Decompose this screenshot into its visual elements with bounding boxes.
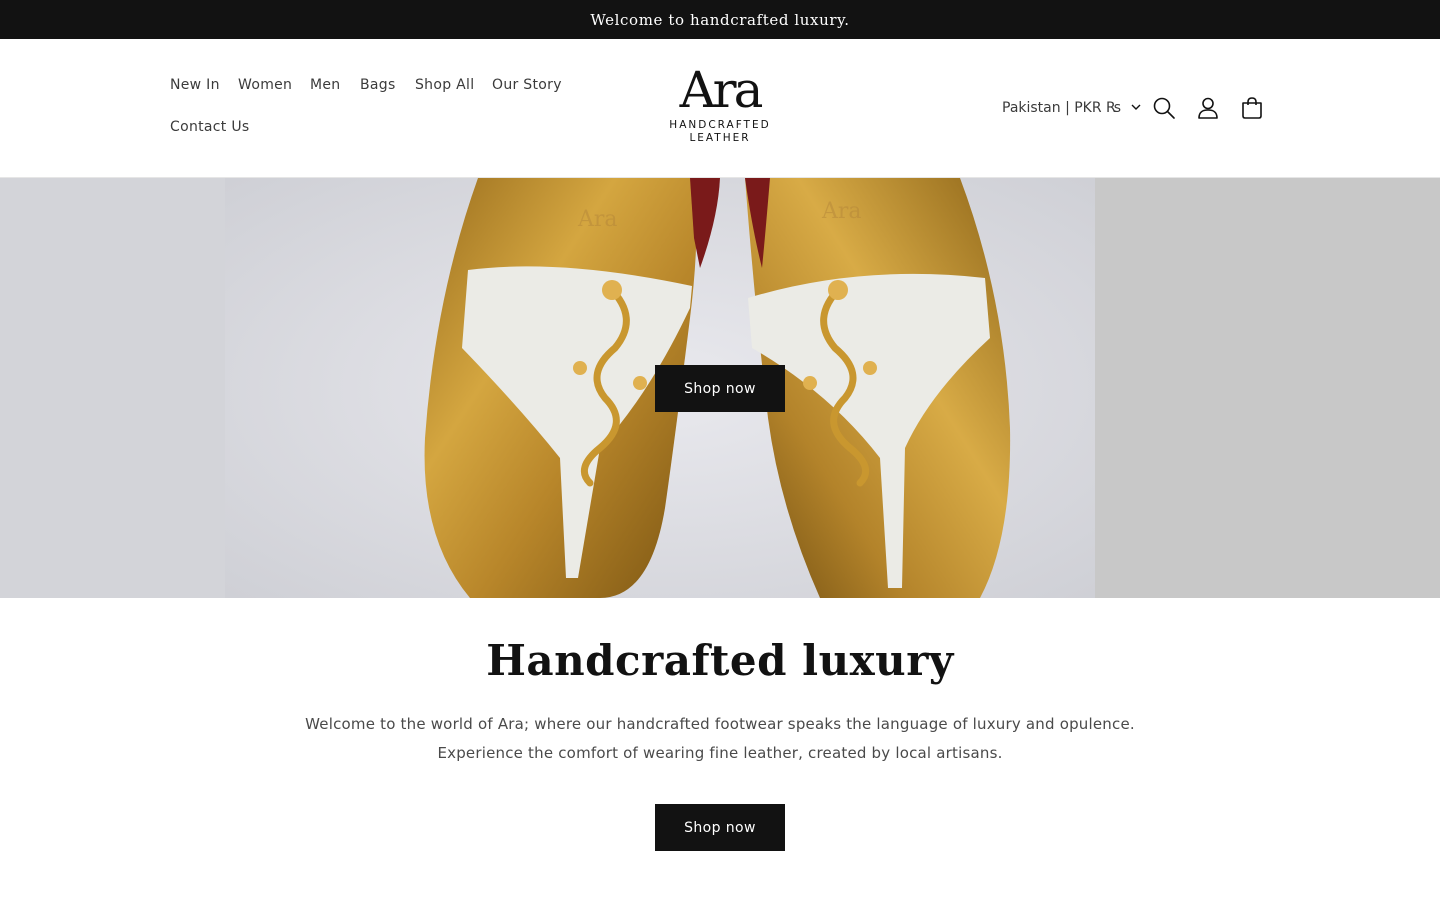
intro-line-1: Welcome to the world of Ara; where our h… [305,715,1135,733]
cart-icon[interactable] [1239,95,1265,121]
intro-text: Welcome to the world of Ara; where our h… [300,710,1140,768]
chevron-down-icon [1131,100,1141,116]
logo-line-1: HANDCRAFTED [669,119,771,131]
svg-text:Ara: Ara [821,199,862,224]
announcement-bar: Welcome to handcrafted luxury. [0,0,1440,39]
search-icon[interactable] [1151,95,1177,121]
country-currency-selector[interactable]: Pakistan | PKR ₨ [1002,97,1141,119]
nav-item-shop-all[interactable]: Shop All [415,77,474,93]
nav-item-bags[interactable]: Bags [360,77,396,93]
svg-text:Ara: Ara [577,207,618,232]
locale-label: Pakistan | PKR ₨ [1002,100,1122,116]
logo-mark: Ara [679,61,764,119]
logo-line-2: LEATHER [689,132,751,144]
nav-item-our-story[interactable]: Our Story [492,77,562,93]
intro-line-2: Experience the comfort of wearing fine l… [437,744,1003,762]
intro-shop-now-button[interactable]: Shop now [655,804,785,851]
intro-title: Handcrafted luxury [486,636,954,685]
announcement-text: Welcome to handcrafted luxury. [590,10,850,29]
nav-item-contact-us[interactable]: Contact Us [170,119,249,135]
hero-banner: Ara Ara Shop now [0,178,1440,598]
hero-shop-now-button[interactable]: Shop now [655,365,785,412]
site-logo[interactable]: Ara HANDCRAFTED LEATHER [660,64,780,154]
site-header: New In Women Men Bags Shop All Our Story… [0,39,1440,178]
nav-item-women[interactable]: Women [238,77,292,93]
nav-item-men[interactable]: Men [310,77,340,93]
account-icon[interactable] [1195,95,1221,121]
nav-item-new-in[interactable]: New In [170,77,220,93]
